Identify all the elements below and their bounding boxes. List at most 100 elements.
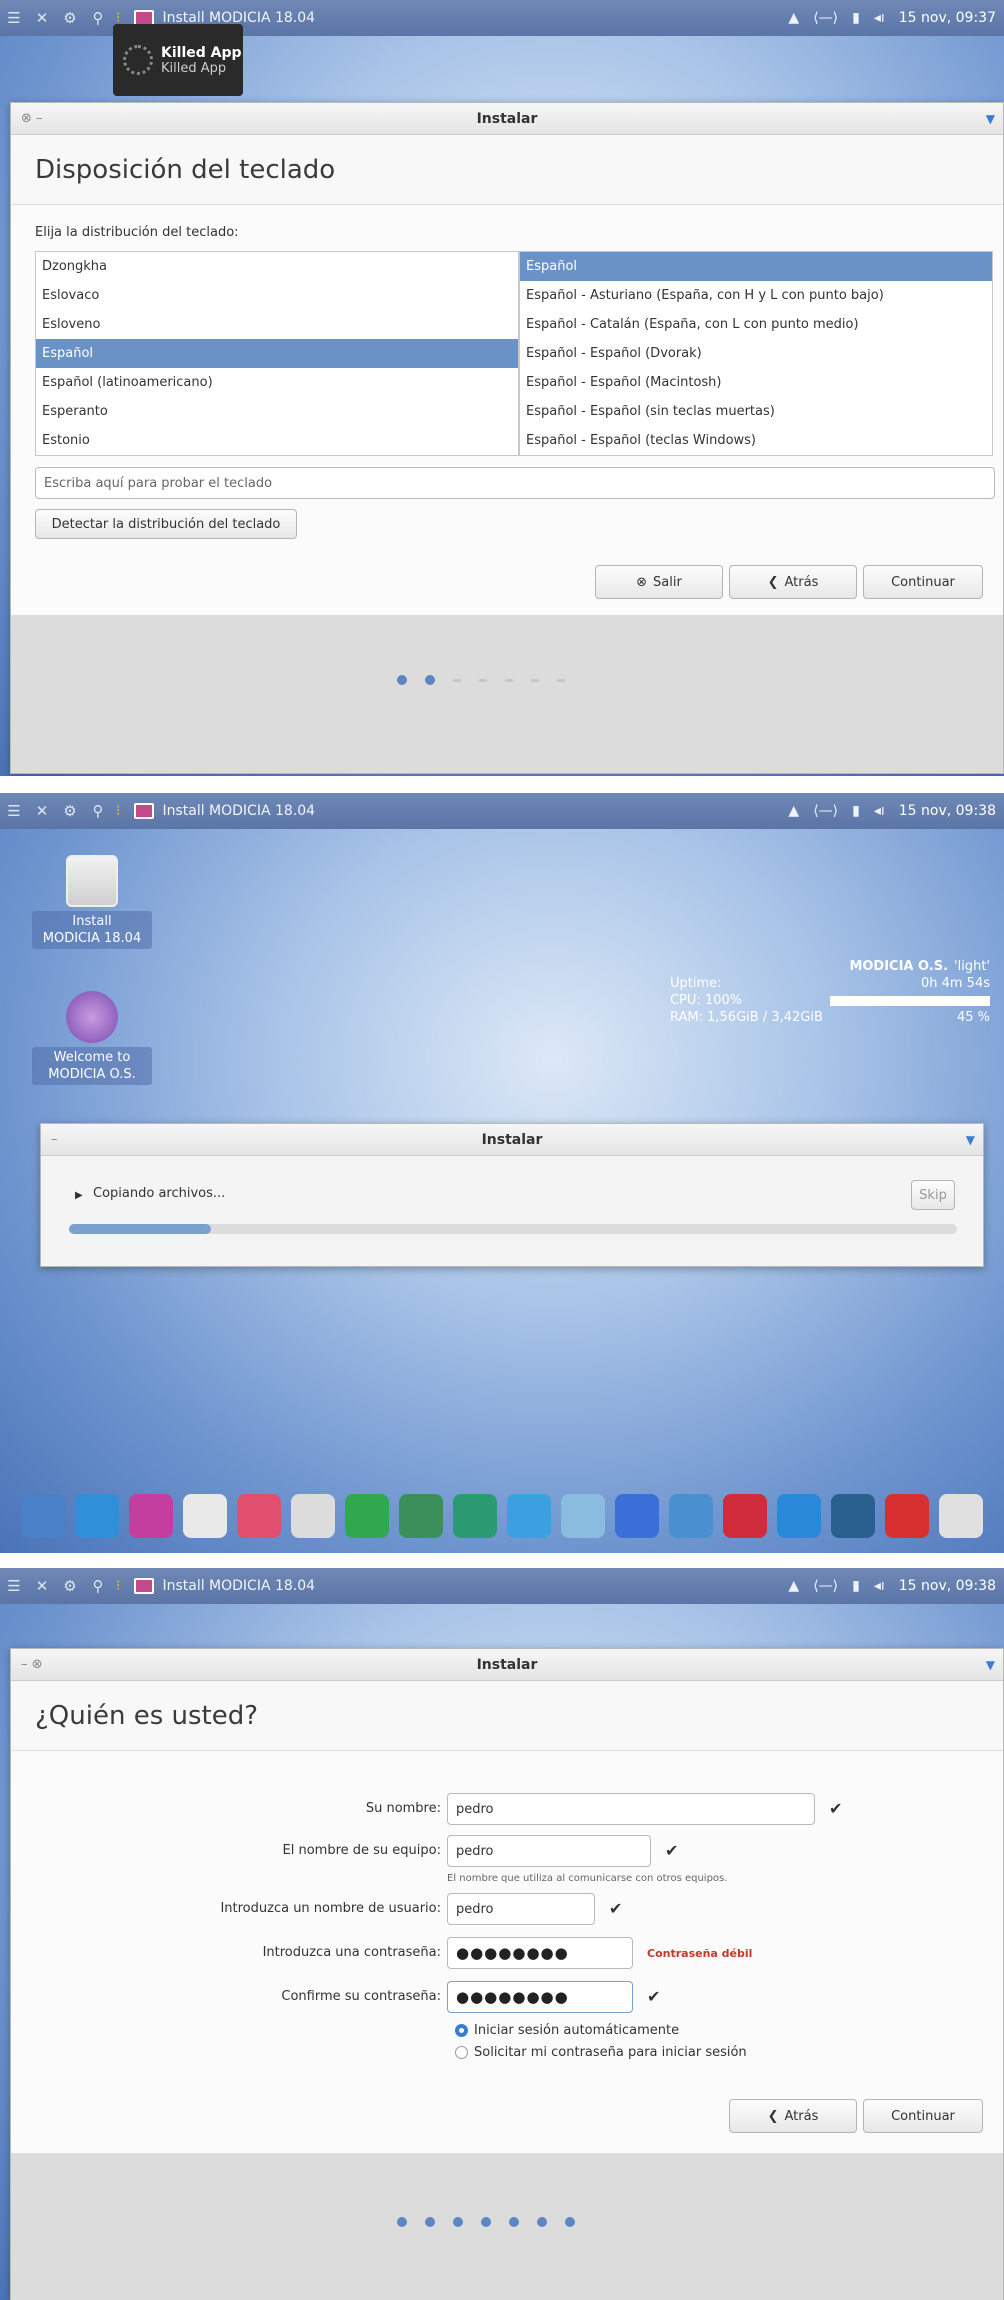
skip-button[interactable]: Skip <box>911 1180 955 1210</box>
name-input[interactable]: pedro <box>447 1793 815 1825</box>
notes-icon[interactable] <box>831 1493 875 1538</box>
printer-icon[interactable] <box>291 1493 335 1538</box>
detect-layout-button[interactable]: Detectar la distribución del teclado <box>35 509 297 539</box>
variant-item[interactable]: Español - Español (teclas Windows) <box>520 426 992 455</box>
bell-icon[interactable]: ▲ <box>788 1578 799 1594</box>
radio-unselected-icon[interactable] <box>455 2046 468 2059</box>
continue-button[interactable]: Continuar <box>863 565 983 599</box>
conky-uptime-row: Uptime: 0h 4m 54s <box>670 975 990 992</box>
photos-icon[interactable] <box>669 1493 713 1538</box>
battery-icon[interactable]: ▮ <box>852 803 860 819</box>
confirm-password-input[interactable]: ●●●●●●●● <box>447 1981 633 2013</box>
settings-icon[interactable]: ⚙ <box>56 1577 84 1595</box>
volume-icon[interactable]: ◂ı <box>874 1578 885 1594</box>
layout-item[interactable]: Español (latinoamericano) <box>36 368 518 397</box>
network-icon[interactable]: ⟨—⟩ <box>813 803 838 819</box>
back-button[interactable]: ❮ Atrás <box>729 565 857 599</box>
layout-item[interactable]: Esperanto <box>36 397 518 426</box>
conky-ram-row: RAM: 1,56GiB / 3,42GiB 45 % <box>670 1009 990 1026</box>
require-password-option[interactable]: Solicitar mi contraseña para iniciar ses… <box>455 2045 747 2060</box>
browser-icon[interactable] <box>453 1493 497 1538</box>
search-icon[interactable]: ⚲ <box>84 9 112 27</box>
password-label: Introduzca una contraseña: <box>262 1945 441 1960</box>
username-input[interactable]: pedro <box>447 1893 595 1925</box>
menu-icon[interactable]: ☰ <box>0 9 28 27</box>
variant-item[interactable]: Español - Español (sin teclas muertas) <box>520 397 992 426</box>
window-controls-icon[interactable]: – ⊗ <box>21 1657 43 1672</box>
computer-name-input[interactable]: pedro <box>447 1835 651 1867</box>
auto-login-option[interactable]: Iniciar sesión automáticamente <box>455 2023 679 2038</box>
firefox-icon[interactable] <box>615 1493 659 1538</box>
network-icon[interactable]: ⟨—⟩ <box>813 10 838 26</box>
bell-icon[interactable]: ▲ <box>788 803 799 819</box>
step-dot-done <box>397 675 407 685</box>
conky-cpu-bar <box>830 995 990 1006</box>
text-editor-icon[interactable] <box>183 1493 227 1538</box>
close-icon[interactable]: ✕ <box>28 9 56 27</box>
music-icon[interactable] <box>777 1493 821 1538</box>
step-indicator-area <box>11 2153 1003 2300</box>
window-minimize-icon[interactable]: – <box>51 1132 58 1147</box>
variant-item[interactable]: Español - Español (Dvorak) <box>520 339 992 368</box>
desktop-icon-welcome[interactable]: Welcome to MODICIA O.S. <box>32 991 152 1085</box>
window-controls-icon[interactable]: ⊗ – <box>21 111 43 126</box>
expand-arrow-icon[interactable]: ▶ <box>75 1190 83 1201</box>
clock[interactable]: 15 nov, 09:38 <box>899 1578 996 1594</box>
clock[interactable]: 15 nov, 09:37 <box>899 10 996 26</box>
radio-selected-icon[interactable] <box>455 2024 468 2037</box>
notification-toast[interactable]: Killed App Killed App <box>113 24 243 96</box>
back-button-label: Atrás <box>784 2108 819 2124</box>
close-icon[interactable]: ✕ <box>28 802 56 820</box>
variant-item-selected[interactable]: Español <box>520 252 992 281</box>
keyboard-test-input[interactable]: Escriba aquí para probar el teclado <box>35 467 995 499</box>
menu-icon[interactable]: ☰ <box>0 1577 28 1595</box>
active-app-title[interactable]: Install MODICIA 18.04 <box>162 803 315 819</box>
layout-list[interactable]: Dzongkha Eslovaco Esloveno Español Españ… <box>35 251 519 456</box>
variant-item[interactable]: Español - Español (Macintosh) <box>520 368 992 397</box>
battery-icon[interactable]: ▮ <box>852 10 860 26</box>
separator: ⁝ <box>116 1578 121 1594</box>
close-icon[interactable]: ✕ <box>28 1577 56 1595</box>
step-dot-current <box>565 2217 575 2227</box>
network-icon[interactable]: ⟨—⟩ <box>813 1578 838 1594</box>
monitor-icon[interactable] <box>399 1493 443 1538</box>
window-menu-icon[interactable]: ▼ <box>986 112 995 126</box>
menu-icon[interactable]: ☰ <box>0 802 28 820</box>
continue-button[interactable]: Continuar <box>863 2099 983 2133</box>
trash-green-icon[interactable] <box>345 1493 389 1538</box>
bell-icon[interactable]: ▲ <box>788 10 799 26</box>
require-password-label: Solicitar mi contraseña para iniciar ses… <box>474 2045 747 2060</box>
layout-item[interactable]: Eslovaco <box>36 281 518 310</box>
settings-icon[interactable]: ⚙ <box>56 9 84 27</box>
pdf-icon[interactable] <box>885 1493 929 1538</box>
volume-icon[interactable]: ◂ı <box>874 803 885 819</box>
files-icon[interactable] <box>21 1493 65 1538</box>
volume-icon[interactable]: ◂ı <box>874 10 885 26</box>
active-app-title[interactable]: Install MODICIA 18.04 <box>162 1578 315 1594</box>
password-input[interactable]: ●●●●●●●● <box>447 1937 633 1969</box>
settings-icon[interactable] <box>75 1493 119 1538</box>
window-menu-icon[interactable]: ▼ <box>986 1658 995 1672</box>
variant-item[interactable]: Español - Asturiano (España, con H y L c… <box>520 281 992 310</box>
video-icon[interactable] <box>561 1493 605 1538</box>
search-icon[interactable]: ⚲ <box>84 802 112 820</box>
search-icon[interactable]: ⚲ <box>84 1577 112 1595</box>
screenshot-icon[interactable] <box>237 1493 281 1538</box>
telegram-icon[interactable] <box>507 1493 551 1538</box>
trash-icon[interactable] <box>939 1493 983 1538</box>
battery-icon[interactable]: ▮ <box>852 1578 860 1594</box>
media-player-icon[interactable] <box>723 1493 767 1538</box>
window-menu-icon[interactable]: ▼ <box>966 1133 975 1147</box>
layout-item[interactable]: Estonio <box>36 426 518 455</box>
desktop-icon-install[interactable]: Install MODICIA 18.04 <box>32 855 152 949</box>
back-button[interactable]: ❮ Atrás <box>729 2099 857 2133</box>
quit-button[interactable]: ⊗ Salir <box>595 565 723 599</box>
settings-icon[interactable]: ⚙ <box>56 802 84 820</box>
variant-item[interactable]: Español - Catalán (España, con L con pun… <box>520 310 992 339</box>
layout-item[interactable]: Esloveno <box>36 310 518 339</box>
clock[interactable]: 15 nov, 09:38 <box>899 803 996 819</box>
app-store-icon[interactable] <box>129 1493 173 1538</box>
layout-item-selected[interactable]: Español <box>36 339 518 368</box>
variant-list[interactable]: Español Español - Asturiano (España, con… <box>519 251 993 456</box>
layout-item[interactable]: Dzongkha <box>36 252 518 281</box>
